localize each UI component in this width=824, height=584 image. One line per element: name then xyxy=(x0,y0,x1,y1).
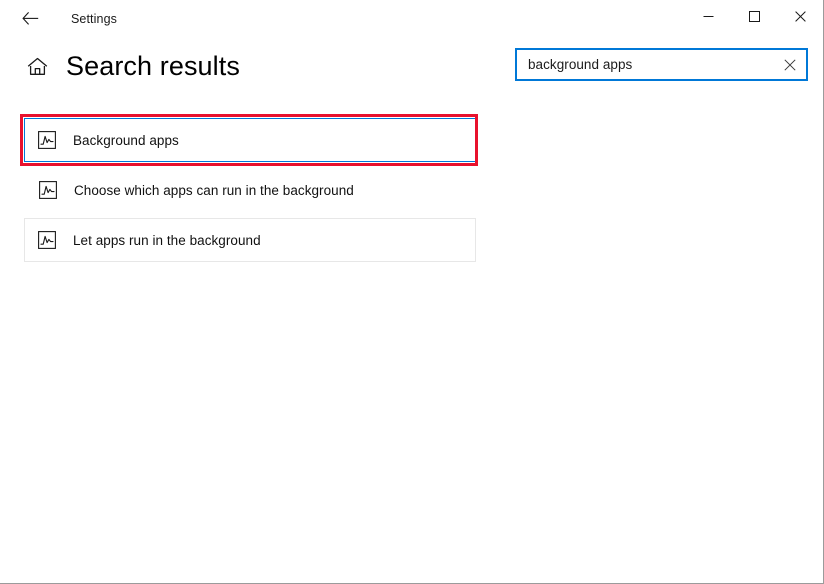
settings-page-icon xyxy=(38,131,56,149)
chart-square-icon xyxy=(38,131,56,149)
search-box[interactable] xyxy=(515,48,808,81)
search-result-let-apps-run[interactable]: Let apps run in the background xyxy=(24,218,476,262)
chart-square-icon xyxy=(38,231,56,249)
settings-page-icon xyxy=(38,231,56,249)
search-result-background-apps[interactable]: Background apps xyxy=(24,118,476,162)
home-icon[interactable] xyxy=(24,54,50,80)
result-label: Choose which apps can run in the backgro… xyxy=(74,182,354,198)
clear-search-button[interactable] xyxy=(775,50,805,79)
window-caption-buttons xyxy=(685,0,823,32)
back-arrow-icon xyxy=(21,12,38,25)
page-title: Search results xyxy=(66,51,240,81)
minimize-icon xyxy=(703,15,713,17)
search-results-list: Background apps Choose which apps can ru… xyxy=(24,118,476,262)
settings-page-icon xyxy=(39,181,57,199)
maximize-button[interactable] xyxy=(731,0,777,32)
maximize-icon xyxy=(748,10,760,22)
search-result-choose-which-apps[interactable]: Choose which apps can run in the backgro… xyxy=(24,168,476,212)
settings-window: Settings Search results background apps … xyxy=(0,0,824,584)
back-button[interactable] xyxy=(8,3,52,35)
minimize-button[interactable] xyxy=(685,0,731,32)
search-input[interactable] xyxy=(517,50,775,79)
page-header: Search results xyxy=(24,53,240,80)
window-title: Settings xyxy=(71,11,117,26)
chart-square-icon xyxy=(39,181,57,199)
house-glyph-icon xyxy=(27,57,47,75)
result-label: Let apps run in the background xyxy=(73,232,261,248)
close-x-icon xyxy=(784,58,796,71)
close-button[interactable] xyxy=(777,0,823,32)
title-bar: Settings xyxy=(0,0,823,37)
result-label: Background apps xyxy=(73,132,179,148)
close-icon xyxy=(794,10,806,22)
